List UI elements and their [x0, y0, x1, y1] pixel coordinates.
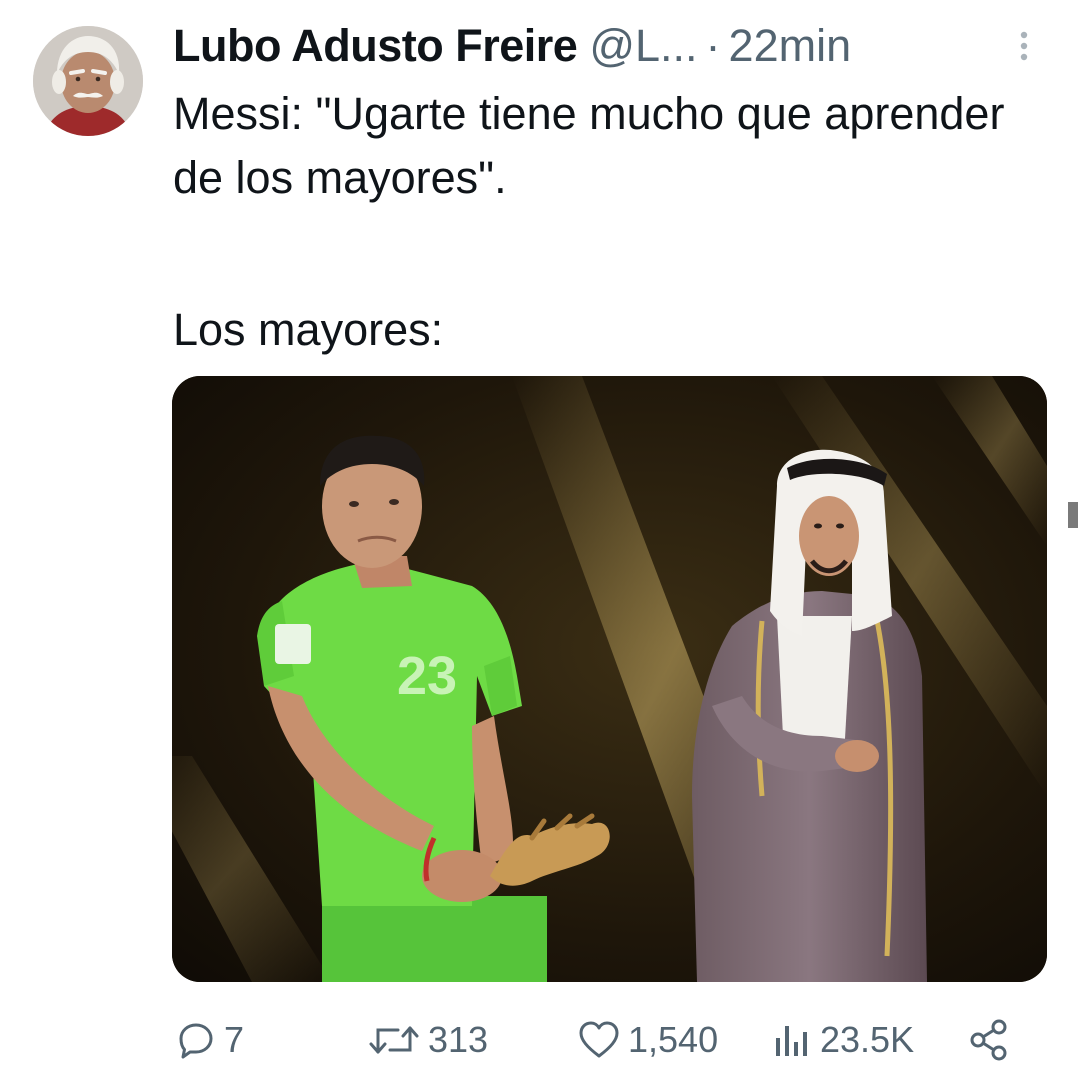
author-handle[interactable]: @L... — [589, 16, 697, 76]
share-button[interactable] — [968, 1010, 1012, 1070]
retweet-icon — [369, 1026, 419, 1054]
heart-icon — [579, 1021, 619, 1058]
tweet-text-line: Messi: "Ugarte tiene mucho que aprender … — [173, 88, 1005, 203]
header-separator: · — [705, 20, 721, 71]
views-button[interactable]: 23.5K — [772, 1010, 914, 1070]
more-options-button[interactable] — [1012, 26, 1036, 66]
tweet-header: Lubo Adusto Freire @L... · 22min — [173, 16, 851, 76]
scroll-handle[interactable] — [1068, 502, 1078, 528]
like-button[interactable]: 1,540 — [578, 1010, 718, 1070]
reply-count: 7 — [224, 1019, 245, 1060]
tweet-action-bar: 7 313 1,540 23.5K — [0, 1010, 1080, 1070]
avatar[interactable] — [33, 26, 143, 136]
like-count: 1,540 — [628, 1019, 719, 1060]
reply-button[interactable]: 7 — [176, 1010, 244, 1070]
tweet-media-image[interactable]: 23 — [172, 376, 1047, 982]
tweet-text: Messi: "Ugarte tiene mucho que aprender … — [173, 82, 1033, 362]
views-count: 23.5K — [820, 1019, 915, 1060]
tweet[interactable]: Lubo Adusto Freire @L... · 22min Messi: … — [0, 0, 1080, 1090]
reply-icon — [179, 1023, 213, 1059]
elderly-man-avatar-icon — [33, 26, 143, 136]
tweet-timestamp[interactable]: 22min — [729, 16, 852, 76]
retweet-button[interactable]: 313 — [368, 1010, 488, 1070]
jersey-number: 23 — [397, 646, 457, 706]
tweet-text-line: Los mayores: — [173, 304, 444, 355]
retweet-count: 313 — [428, 1019, 489, 1060]
views-bar-chart-icon — [776, 1026, 807, 1056]
tweet-photo: 23 — [172, 376, 1047, 982]
more-vertical-icon — [1020, 31, 1028, 61]
share-icon — [970, 1019, 1007, 1061]
author-display-name[interactable]: Lubo Adusto Freire — [173, 16, 578, 76]
